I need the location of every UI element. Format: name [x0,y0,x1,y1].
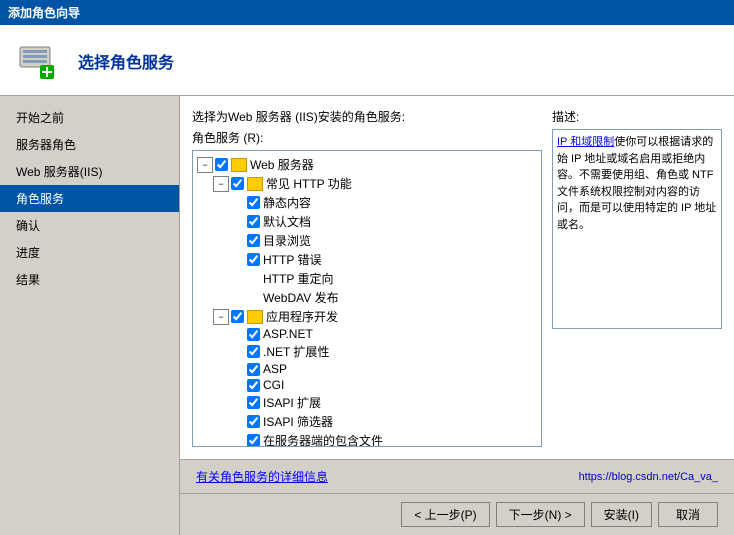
tree-checkbox-static-content[interactable] [247,196,260,209]
install-button[interactable]: 安装(I) [591,502,652,527]
tree-checkbox-isapi-filter[interactable] [247,415,260,428]
tree-expander[interactable]: − [213,309,229,325]
folder-icon [231,158,247,172]
tree-label-static-content: 静态内容 [263,194,311,211]
nav-item-result[interactable]: 结果 [0,266,179,293]
tree-checkbox-dir-browsing[interactable] [247,234,260,247]
tree-checkbox-asp-net[interactable] [247,328,260,341]
tree-checkbox-net-ext[interactable] [247,345,260,358]
tree-item-common-http[interactable]: − 常见 HTTP 功能 [197,174,537,193]
header-title: 选择角色服务 [78,49,174,73]
tree-label-isapi-filter: ISAPI 筛选器 [263,413,333,430]
tree-item-asp-net[interactable]: ASP.NET [197,326,537,342]
tree-label-cgi: CGI [263,378,284,392]
folder-icon [247,177,263,191]
description-section: 描述: IP 和域限制使你可以根据请求的始 IP 地址或域名启用或拒绝内容。不需… [552,108,722,447]
tree-item-webdav[interactable]: WebDAV 发布 [197,288,537,307]
tree-checkbox-app-dev[interactable] [231,310,244,323]
tree-item-app-dev[interactable]: − 应用程序开发 [197,307,537,326]
tree-label-dir-browsing: 目录浏览 [263,232,311,249]
tree-checkbox-cgi[interactable] [247,379,260,392]
tree-expander[interactable]: − [213,176,229,192]
desc-link[interactable]: IP 和域限制 [557,136,614,148]
desc-box: IP 和域限制使你可以根据请求的始 IP 地址或域名启用或拒绝内容。不需要使用组… [552,129,722,329]
cancel-button[interactable]: 取消 [658,502,718,527]
title-bar: 添加角色向导 [0,0,734,25]
bottom-bar: 有关角色服务的详细信息 https://blog.csdn.net/Ca_va_ [180,459,734,493]
tree-item-static-content[interactable]: 静态内容 [197,193,537,212]
instruction-label: 选择为Web 服务器 (IIS)安装的角色服务: [192,108,542,125]
tree-label-webdav: WebDAV 发布 [263,289,339,306]
tree-label-http-errors: HTTP 错误 [263,251,321,268]
tree-expander[interactable]: − [197,157,213,173]
tree-label-asp-net: ASP.NET [263,327,313,341]
tree-item-asp[interactable]: ASP [197,361,537,377]
tree-item-server-side-inc[interactable]: 在服务器端的包含文件 [197,431,537,447]
nav-item-web-server[interactable]: Web 服务器(IIS) [0,158,179,185]
tree-checkbox-http-errors[interactable] [247,253,260,266]
tree-label-http-redirect: HTTP 重定向 [263,270,333,287]
detail-link[interactable]: 有关角色服务的详细信息 [196,468,328,485]
tree-label-default-doc: 默认文档 [263,213,311,230]
nav-item-role-service[interactable]: 角色服务 [0,185,179,212]
tree-checkbox-server-side-inc[interactable] [247,434,260,447]
tree-item-web-server-root[interactable]: − Web 服务器 [197,155,537,174]
nav-item-confirm[interactable]: 确认 [0,212,179,239]
nav-item-before-start[interactable]: 开始之前 [0,104,179,131]
nav-item-server-role[interactable]: 服务器角色 [0,131,179,158]
tree-checkbox-isapi-ext[interactable] [247,396,260,409]
folder-icon [247,310,263,324]
tree-checkbox-asp[interactable] [247,363,260,376]
role-service-label: 角色服务 (R): [192,129,542,146]
desc-text: 使你可以根据请求的始 IP 地址或域名启用或拒绝内容。不需要使用组、角色或 NT… [557,136,716,231]
desc-title: 描述: [552,108,722,125]
right-panel: 选择为Web 服务器 (IIS)安装的角色服务: 角色服务 (R): − Web … [180,96,734,535]
tree-item-default-doc[interactable]: 默认文档 [197,212,537,231]
button-bar: < 上一步(P) 下一步(N) > 安装(I) 取消 [180,493,734,535]
tree-checkbox-web-server-root[interactable] [215,158,228,171]
tree-item-http-errors[interactable]: HTTP 错误 [197,250,537,269]
tree-label-asp: ASP [263,362,287,376]
tree-checkbox-default-doc[interactable] [247,215,260,228]
left-nav: 开始之前服务器角色Web 服务器(IIS)角色服务确认进度结果 [0,96,180,535]
title-bar-label: 添加角色向导 [8,6,80,20]
tree-label-server-side-inc: 在服务器端的包含文件 [263,432,383,447]
tree-label-net-ext: .NET 扩展性 [263,343,329,360]
wizard-icon [16,37,64,85]
nav-item-progress[interactable]: 进度 [0,239,179,266]
tree-item-http-redirect[interactable]: HTTP 重定向 [197,269,537,288]
tree-item-isapi-filter[interactable]: ISAPI 筛选器 [197,412,537,431]
tree-checkbox-common-http[interactable] [231,177,244,190]
tree-label-app-dev: 应用程序开发 [266,308,338,325]
tree-item-net-ext[interactable]: .NET 扩展性 [197,342,537,361]
next-button[interactable]: 下一步(N) > [496,502,585,527]
tree-item-cgi[interactable]: CGI [197,377,537,393]
tree-item-dir-browsing[interactable]: 目录浏览 [197,231,537,250]
tree-label-web-server-root: Web 服务器 [250,156,314,173]
prev-button[interactable]: < 上一步(P) [401,502,489,527]
tree-item-isapi-ext[interactable]: ISAPI 扩展 [197,393,537,412]
footer-right-text: https://blog.csdn.net/Ca_va_ [579,471,718,483]
tree-label-common-http: 常见 HTTP 功能 [266,175,352,192]
header-area: 选择角色服务 [0,25,734,96]
tree-section: 选择为Web 服务器 (IIS)安装的角色服务: 角色服务 (R): − Web … [192,108,542,447]
tree-container[interactable]: − Web 服务器 − 常见 HTTP 功能静态内容默认文档目录浏览 HTTP 错误 HT… [192,150,542,447]
tree-label-isapi-ext: ISAPI 扩展 [263,394,321,411]
